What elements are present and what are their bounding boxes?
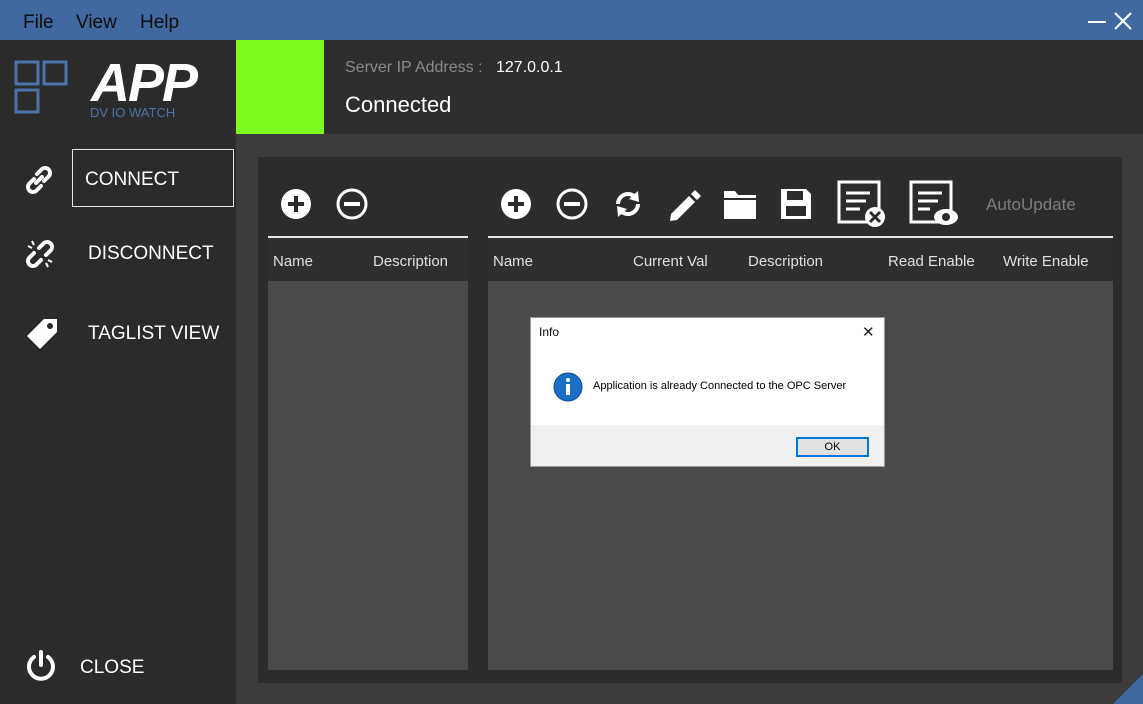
column-header[interactable]: Description	[748, 253, 823, 270]
dialog-footer: OK	[531, 425, 884, 466]
table-header: Name Description	[268, 238, 468, 281]
sidebar-label-connect: CONNECT	[85, 169, 179, 190]
power-icon	[27, 650, 55, 681]
tag-list-delete-icon[interactable]	[836, 179, 888, 229]
column-header[interactable]: Write Enable	[1003, 253, 1089, 270]
sidebar-label-close: CLOSE	[80, 657, 145, 678]
open-folder-icon[interactable]	[722, 187, 758, 221]
add-tag-icon[interactable]	[500, 188, 532, 220]
dialog-close-icon[interactable]: ✕	[862, 323, 875, 341]
info-dialog: Info ✕ Application is already Connected …	[530, 317, 885, 467]
tag-icon	[27, 319, 57, 349]
resize-grip[interactable]	[1113, 674, 1143, 704]
table-header: Name Current Val Description Read Enable…	[488, 238, 1113, 281]
logo-app-text: APP	[91, 53, 198, 113]
dialog-title: Info	[539, 325, 560, 339]
group-table-body[interactable]	[268, 281, 468, 670]
server-ip-label: Server IP Address :	[345, 59, 483, 76]
sidebar-item-taglist[interactable]: TAGLIST VIEW	[0, 303, 236, 363]
tag-list-view-icon[interactable]	[908, 179, 960, 229]
sidebar	[0, 40, 236, 704]
link-icon	[26, 166, 52, 194]
info-icon	[553, 372, 583, 402]
ok-button[interactable]: OK	[796, 437, 869, 457]
unlink-icon	[26, 240, 54, 268]
sidebar-item-close[interactable]: CLOSE	[0, 637, 236, 697]
column-header[interactable]: Read Enable	[888, 253, 975, 270]
menu-view[interactable]: View	[76, 12, 117, 34]
remove-group-icon[interactable]	[336, 188, 368, 220]
menu-help[interactable]: Help	[140, 12, 179, 34]
remove-tag-icon[interactable]	[556, 188, 588, 220]
save-icon[interactable]	[779, 187, 813, 221]
autoupdate-toggle[interactable]: AutoUpdate	[986, 195, 1076, 215]
sidebar-item-connect[interactable]: CONNECT	[0, 149, 236, 209]
refresh-icon[interactable]	[612, 188, 644, 220]
column-header[interactable]: Name	[493, 253, 533, 270]
column-header[interactable]: Name	[273, 253, 313, 270]
title-bar: File View Help	[0, 0, 1143, 40]
edit-pencil-icon[interactable]	[667, 188, 701, 222]
column-header[interactable]: Description	[373, 253, 448, 270]
sidebar-label-taglist: TAGLIST VIEW	[88, 323, 220, 344]
header-bar	[324, 40, 1143, 134]
menu-file[interactable]: File	[23, 12, 54, 34]
add-group-icon[interactable]	[280, 188, 312, 220]
logo-subtitle: DV IO WATCH	[90, 105, 176, 120]
minimize-icon[interactable]	[1086, 10, 1108, 32]
group-table: Name Description	[268, 236, 468, 670]
sidebar-item-disconnect[interactable]: DISCONNECT	[0, 223, 236, 283]
sidebar-label-disconnect: DISCONNECT	[88, 243, 214, 264]
window-close-icon[interactable]	[1112, 10, 1134, 32]
server-ip-value: 127.0.0.1	[496, 59, 563, 76]
connection-status-text: Connected	[345, 92, 452, 117]
connection-status-indicator	[236, 40, 324, 134]
logo-squares-icon	[14, 60, 68, 114]
dialog-message: Application is already Connected to the …	[593, 380, 847, 392]
column-header[interactable]: Current Val	[633, 253, 708, 270]
